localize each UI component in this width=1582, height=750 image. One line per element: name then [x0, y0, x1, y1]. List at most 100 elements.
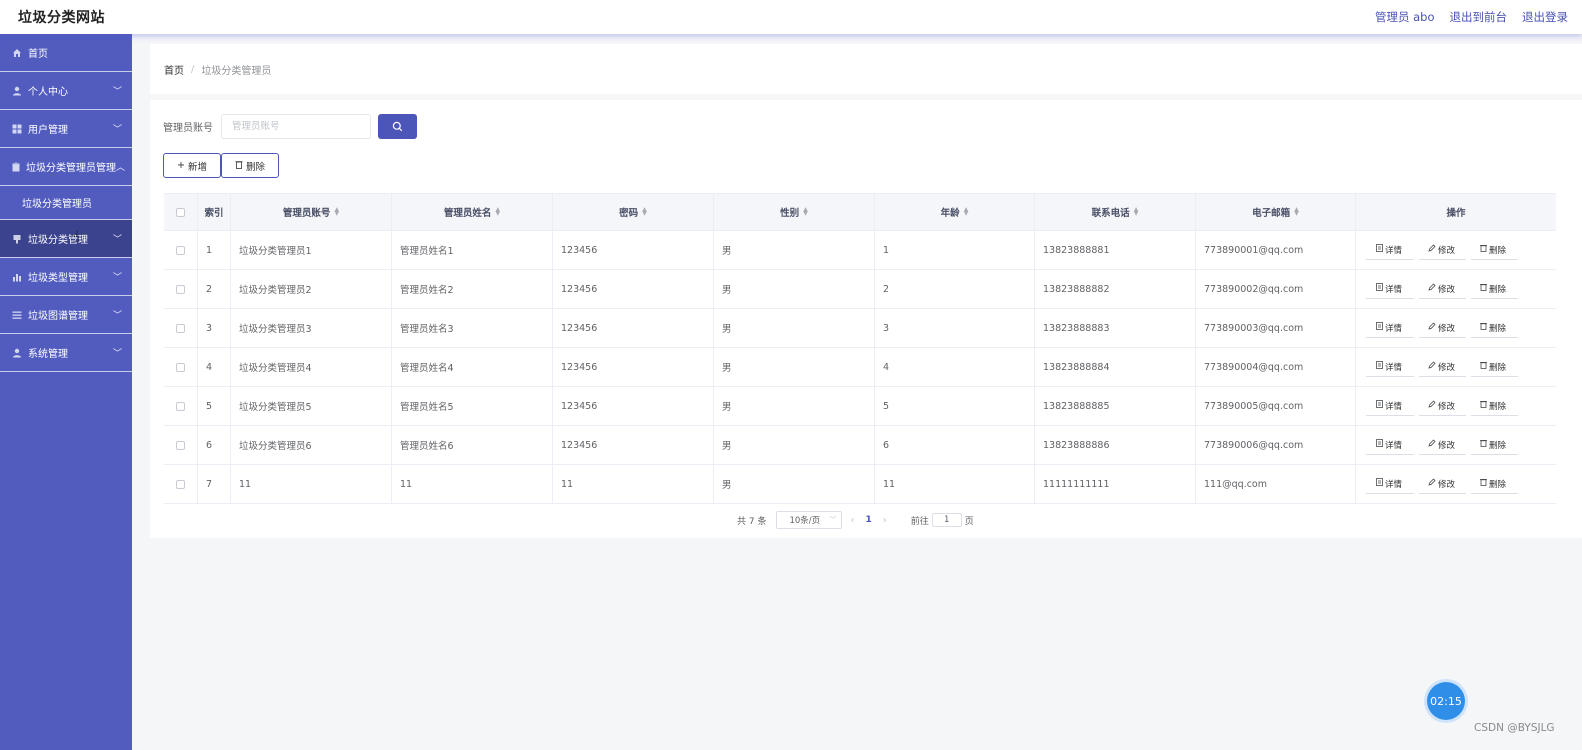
search-button[interactable]: [378, 114, 417, 139]
document-icon: [1376, 400, 1383, 411]
sidebar-subitem-classifier-admin[interactable]: 垃圾分类管理员: [0, 186, 132, 220]
cell-email: 773890001@qq.com: [1196, 231, 1356, 269]
detail-label: 详情: [1385, 284, 1403, 295]
cell-age: 2: [875, 270, 1035, 308]
row-checkbox-cell: [164, 231, 198, 269]
header-password[interactable]: 密码 ▲ ▼: [553, 194, 714, 230]
edit-button[interactable]: 修改: [1419, 318, 1466, 338]
table-row: 7 11 11 11 男 11 11111111111 111@qq.com 详情 修改 删除: [164, 465, 1556, 504]
document-icon: [1376, 361, 1383, 372]
page-number-current[interactable]: 1: [865, 515, 871, 525]
cell-name: 管理员姓名4: [392, 348, 553, 386]
sort-icon[interactable]: ▲ ▼: [642, 207, 647, 217]
cell-password: 123456: [553, 231, 714, 269]
sort-icon[interactable]: ▲ ▼: [1294, 207, 1299, 217]
select-all-checkbox[interactable]: [176, 207, 185, 217]
sort-icon[interactable]: ▲ ▼: [964, 207, 969, 217]
sort-icon[interactable]: ▲ ▼: [334, 207, 339, 217]
logout-link[interactable]: 退出登录: [1522, 9, 1568, 25]
header-gender[interactable]: 性别 ▲ ▼: [714, 194, 875, 230]
header-account[interactable]: 管理员账号 ▲ ▼: [231, 194, 392, 230]
next-page-icon[interactable]: ›: [883, 515, 887, 526]
delete-button[interactable]: 删除: [1471, 240, 1518, 260]
cell-gender: 男: [714, 465, 875, 503]
page-size-select[interactable]: 10条/页 ﹀: [776, 511, 843, 529]
delete-button[interactable]: 删除: [1471, 435, 1518, 455]
detail-label: 详情: [1385, 362, 1403, 373]
sort-icon[interactable]: ▲ ▼: [495, 207, 500, 217]
add-button[interactable]: + 新增: [163, 153, 221, 178]
detail-label: 详情: [1385, 401, 1403, 412]
delete-button[interactable]: 删除: [1471, 279, 1518, 299]
cell-email: 773890006@qq.com: [1196, 426, 1356, 464]
header-label: 联系电话: [1091, 208, 1130, 219]
header-email[interactable]: 电子邮箱 ▲ ▼: [1196, 194, 1356, 230]
detail-button[interactable]: 详情: [1366, 435, 1414, 455]
edit-button[interactable]: 修改: [1419, 474, 1466, 494]
cell-gender: 男: [714, 270, 875, 308]
delete-button[interactable]: 删除: [1471, 318, 1518, 338]
edit-button[interactable]: 修改: [1419, 396, 1466, 416]
row-checkbox[interactable]: [176, 440, 185, 450]
detail-button[interactable]: 详情: [1366, 240, 1414, 260]
detail-button[interactable]: 详情: [1366, 318, 1414, 338]
row-checkbox[interactable]: [176, 401, 185, 411]
cell-account: 11: [231, 465, 392, 503]
detail-button[interactable]: 详情: [1366, 474, 1414, 494]
back-to-front-link[interactable]: 退出到前台: [1450, 9, 1508, 25]
delete-button[interactable]: 删除: [1471, 474, 1518, 494]
prev-page-icon[interactable]: ‹: [850, 515, 854, 526]
sidebar-item-system-management[interactable]: 系统管理 ﹀: [0, 334, 132, 372]
edit-button[interactable]: 修改: [1419, 357, 1466, 377]
user-icon: [11, 85, 23, 97]
header-age[interactable]: 年龄 ▲ ▼: [875, 194, 1035, 230]
delete-button[interactable]: 删除: [1471, 357, 1518, 377]
document-icon: [1376, 439, 1383, 450]
search-icon: [392, 121, 403, 132]
row-checkbox[interactable]: [176, 479, 185, 489]
trash-icon: [1480, 478, 1487, 489]
site-title: 垃圾分类网站: [18, 10, 105, 26]
table-row: 1 垃圾分类管理员1 管理员姓名1 123456 男 1 13823888881 773890…: [164, 231, 1556, 270]
row-checkbox[interactable]: [176, 284, 185, 294]
cell-account: 垃圾分类管理员3: [231, 309, 392, 347]
row-checkbox[interactable]: [176, 362, 185, 372]
header-phone[interactable]: 联系电话 ▲ ▼: [1035, 194, 1196, 230]
cell-password: 123456: [553, 348, 714, 386]
header-label: 密码: [619, 208, 639, 219]
row-checkbox[interactable]: [176, 323, 185, 333]
sidebar-item-home[interactable]: 首页: [0, 34, 132, 72]
trash-icon: [1480, 322, 1487, 333]
detail-button[interactable]: 详情: [1366, 357, 1414, 377]
sidebar-item-user-management[interactable]: 用户管理 ﹀: [0, 110, 132, 148]
detail-button[interactable]: 详情: [1366, 279, 1414, 299]
delete-button[interactable]: 删除: [1471, 396, 1518, 416]
goto-page-input[interactable]: [931, 513, 962, 527]
row-checkbox[interactable]: [176, 245, 185, 255]
sort-icon[interactable]: ▲ ▼: [803, 207, 808, 217]
sidebar-item-classifier-admin-management[interactable]: 垃圾分类管理员管理 ︿: [0, 148, 132, 186]
pagination: 共 7 条 10条/页 ﹀ ‹ 1 › 前往 页: [737, 511, 974, 529]
edit-button[interactable]: 修改: [1419, 279, 1466, 299]
sort-icon[interactable]: ▲ ▼: [1134, 207, 1139, 217]
edit-button[interactable]: 修改: [1419, 435, 1466, 455]
cell-phone: 13823888883: [1035, 309, 1196, 347]
edit-icon: [1428, 283, 1436, 294]
sidebar-item-atlas-management[interactable]: 垃圾图谱管理 ﹀: [0, 296, 132, 334]
detail-button[interactable]: 详情: [1366, 396, 1414, 416]
sidebar-item-classification-management[interactable]: 垃圾分类管理 ﹀ ☝: [0, 220, 132, 258]
breadcrumb-home[interactable]: 首页: [164, 62, 184, 77]
document-icon: [1376, 283, 1383, 294]
table-row: 4 垃圾分类管理员4 管理员姓名4 123456 男 4 13823888884 773890…: [164, 348, 1556, 387]
admin-user-label[interactable]: 管理员 abo: [1375, 9, 1435, 25]
search-input[interactable]: [221, 114, 371, 139]
edit-button[interactable]: 修改: [1419, 240, 1466, 260]
cell-operations: 详情 修改 删除: [1356, 231, 1556, 269]
batch-delete-button[interactable]: 删除: [220, 153, 279, 178]
sidebar-item-type-management[interactable]: 垃圾类型管理 ﹀: [0, 258, 132, 296]
edit-label: 修改: [1438, 479, 1456, 490]
timer-badge[interactable]: 02:15: [1427, 682, 1465, 720]
header-name[interactable]: 管理员姓名 ▲ ▼: [392, 194, 553, 230]
admin-table: 索引 管理员账号 ▲ ▼ 管理员姓名 ▲ ▼ 密码 ▲ ▼ 性别 ▲ ▼ 年龄 ▲ ▼ 联系电话 ▲ ▼…: [164, 193, 1556, 504]
sidebar-item-personal-center[interactable]: 个人中心 ﹀: [0, 72, 132, 110]
